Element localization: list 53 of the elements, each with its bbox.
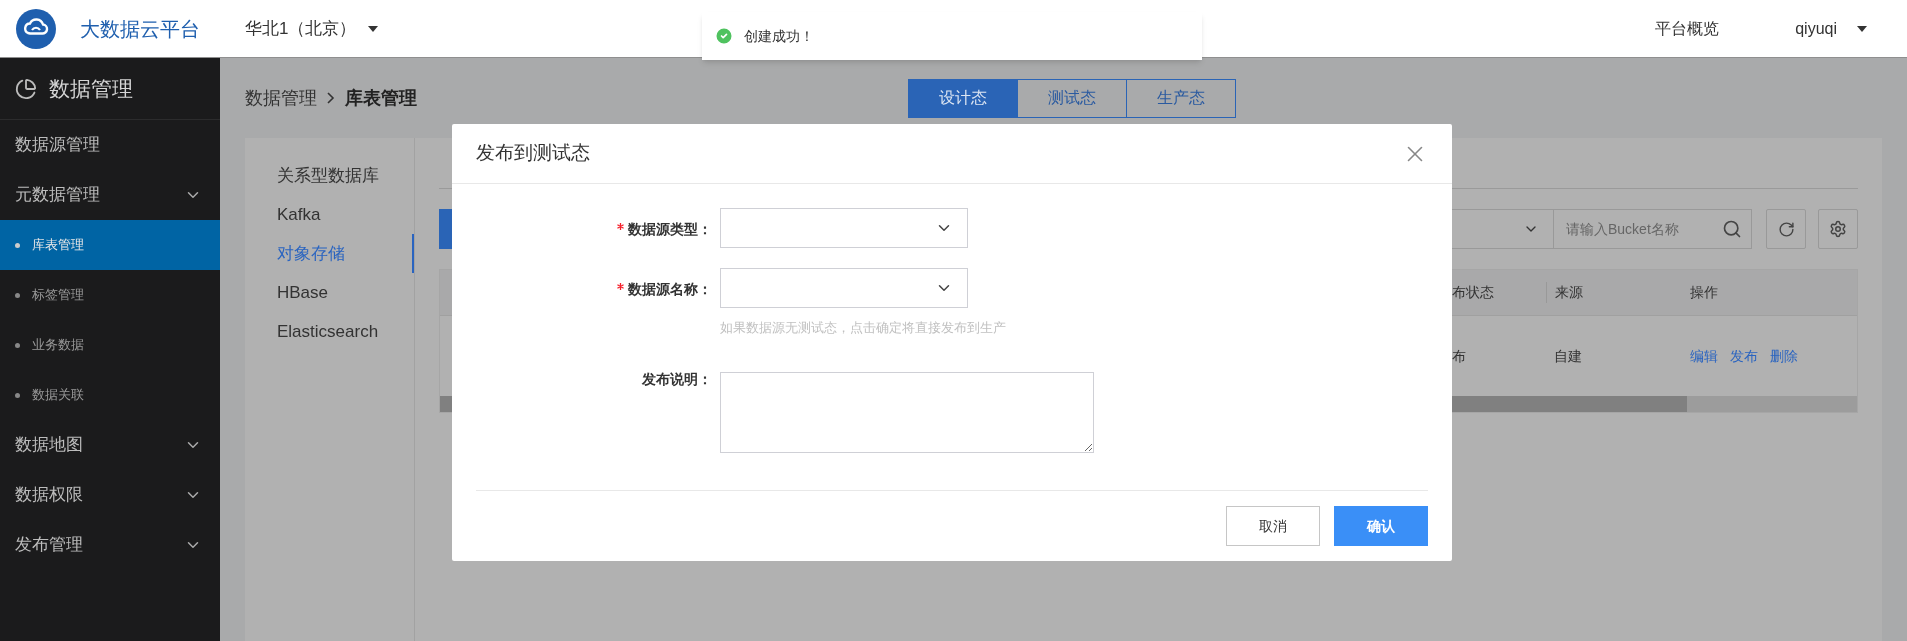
description-field[interactable] xyxy=(720,371,1094,453)
refresh-button[interactable] xyxy=(1766,209,1806,249)
table-cell-text: 自建 xyxy=(1553,346,1583,366)
breadcrumb-link[interactable]: 数据管理 xyxy=(245,84,317,112)
check-icon xyxy=(714,26,734,46)
settings-icon xyxy=(1829,220,1847,238)
field-hint: 如果数据源无测试态，点击确定将直接发布到生产 xyxy=(720,319,1006,337)
dialog-title: 发布到测试态 xyxy=(476,141,590,166)
sidebar-title: 数据管理 xyxy=(49,75,133,102)
caret-icon xyxy=(1857,25,1867,32)
bucket-search-field[interactable]: 请输入Bucket名称 xyxy=(1553,209,1752,249)
category-item[interactable]: Kafka xyxy=(245,195,414,234)
field-label: 数据源名称： xyxy=(628,280,712,299)
sidebar-subitem[interactable]: 标签管理 xyxy=(0,270,220,320)
select-field[interactable] xyxy=(720,208,968,248)
column-header: 布状态 xyxy=(1452,283,1495,302)
field-label: 发布说明： xyxy=(642,369,712,389)
category-item[interactable]: 关系型数据库 xyxy=(245,156,414,195)
region-dropdown[interactable]: 华北1（北京） xyxy=(245,15,379,42)
chevron-right-icon xyxy=(327,92,335,104)
sidebar-item[interactable]: 数据地图 xyxy=(0,420,220,470)
success-toast: 创建成功！ xyxy=(702,12,1202,60)
brand-name: 大数据云平台 xyxy=(80,16,200,42)
sidebar-subitem[interactable]: 数据关联 xyxy=(0,370,220,420)
refresh-icon xyxy=(1777,220,1795,238)
category-item[interactable]: Elasticsearch xyxy=(245,312,414,351)
bullet-icon xyxy=(15,292,20,298)
overview-link[interactable]: 平台概览 xyxy=(1655,16,1720,41)
select-field[interactable] xyxy=(720,268,968,308)
sidebar-subitem[interactable]: 业务数据 xyxy=(0,320,220,370)
column-header: 操作 xyxy=(1689,283,1719,302)
column-header: 来源 xyxy=(1546,282,1682,303)
bullet-icon xyxy=(15,392,20,398)
bullet-icon xyxy=(15,342,20,348)
category-item[interactable]: HBase xyxy=(245,273,414,312)
breadcrumb-current: 库表管理 xyxy=(345,86,417,110)
sidebar-item[interactable]: 数据源管理 xyxy=(0,120,220,170)
caret-icon xyxy=(368,25,379,32)
search-icon xyxy=(1722,219,1742,239)
sidebar-item[interactable]: 发布管理 xyxy=(0,520,220,570)
confirm-button[interactable]: 确认 xyxy=(1334,506,1428,546)
bullet-icon xyxy=(15,242,20,248)
table-cell-text: 布 xyxy=(1452,346,1467,366)
user-menu[interactable]: qiyuqi xyxy=(1795,16,1867,41)
cloud-logo-icon xyxy=(16,8,56,49)
settings-button[interactable] xyxy=(1818,209,1858,249)
pie-chart-icon xyxy=(15,77,37,100)
field-label: 数据源类型： xyxy=(628,220,712,239)
sidebar-item[interactable]: 元数据管理 xyxy=(0,170,220,220)
sidebar-item[interactable]: 数据权限 xyxy=(0,470,220,520)
cancel-button[interactable]: 取消 xyxy=(1226,506,1320,546)
sidebar-subitem[interactable]: 库表管理 xyxy=(0,220,220,270)
env-tab[interactable]: 设计态 xyxy=(908,78,1018,118)
